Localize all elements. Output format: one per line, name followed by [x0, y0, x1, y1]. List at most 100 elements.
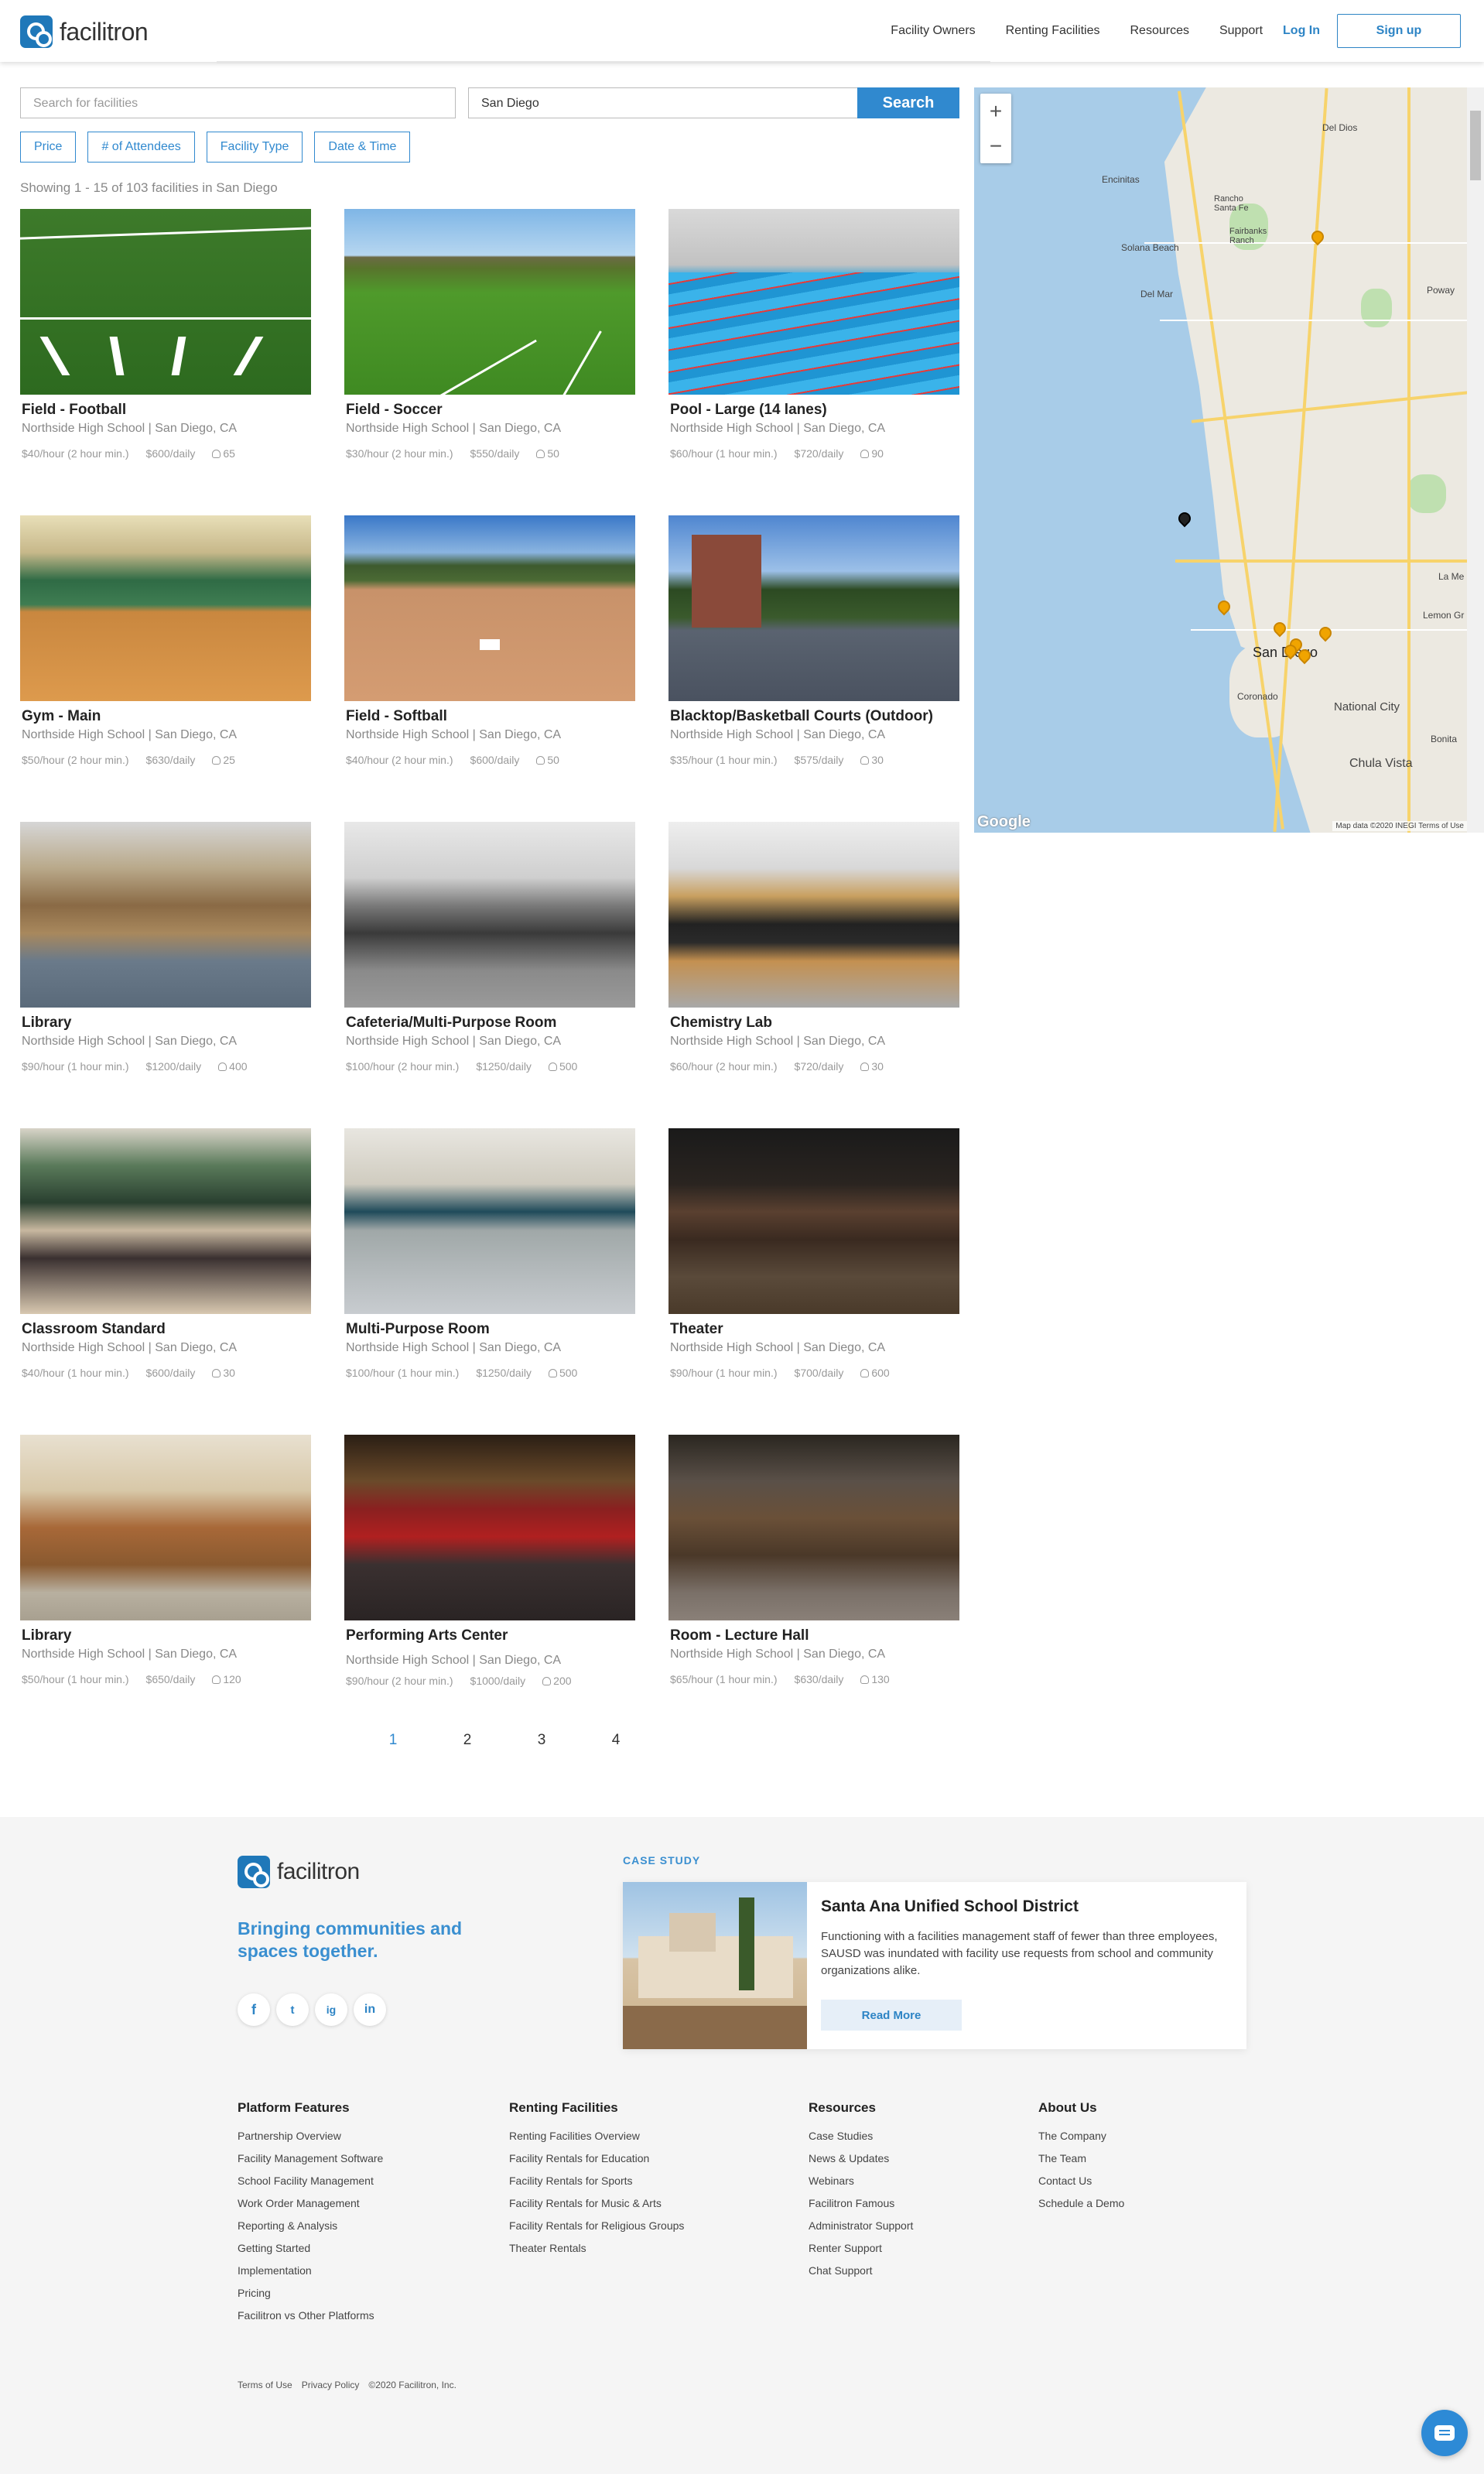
facility-title[interactable]: Field - Softball — [346, 708, 635, 725]
facility-card[interactable]: Library Northside High School | San Dieg… — [20, 822, 311, 1073]
facility-title[interactable]: Cafeteria/Multi-Purpose Room — [346, 1015, 635, 1032]
linkedin-icon[interactable]: in — [354, 1993, 386, 2026]
twitter-icon[interactable]: t — [276, 1993, 309, 2026]
filter-price[interactable]: Price — [20, 132, 77, 163]
footer-link[interactable]: Facility Rentals for Music & Arts — [509, 2192, 684, 2215]
facility-card[interactable]: Cafeteria/Multi-Purpose Room Northside H… — [344, 822, 635, 1073]
facility-title[interactable]: Blacktop/Basketball Courts (Outdoor) — [670, 708, 959, 725]
facility-title[interactable]: Library — [22, 1627, 311, 1644]
nav-renting-facilities[interactable]: Renting Facilities — [1006, 24, 1100, 38]
facility-image[interactable] — [344, 209, 635, 395]
facility-image[interactable] — [344, 1128, 635, 1314]
instagram-icon[interactable]: ig — [315, 1993, 347, 2026]
location-input[interactable]: San Diego — [468, 87, 859, 118]
footer-link[interactable]: Renting Facilities Overview — [509, 2125, 684, 2147]
facility-image[interactable] — [668, 515, 959, 701]
page-3[interactable]: 3 — [504, 1732, 579, 1749]
map-attribution[interactable]: Map data ©2020 INEGI Terms of Use — [1332, 821, 1467, 831]
footer-link[interactable]: Facility Management Software — [238, 2147, 383, 2170]
page-4[interactable]: 4 — [579, 1732, 653, 1749]
nav-support[interactable]: Support — [1219, 24, 1263, 38]
facility-image[interactable] — [20, 515, 311, 701]
filter-attendees[interactable]: # of Attendees — [87, 132, 195, 163]
footer-link[interactable]: Facility Rentals for Sports — [509, 2170, 684, 2192]
facility-image[interactable] — [344, 1435, 635, 1620]
facility-card[interactable]: Blacktop/Basketball Courts (Outdoor) Nor… — [668, 515, 959, 766]
footer-link[interactable]: Renter Support — [809, 2237, 913, 2260]
footer-link[interactable]: The Company — [1038, 2125, 1124, 2147]
footer-link[interactable]: Getting Started — [238, 2237, 383, 2260]
facility-image[interactable] — [668, 1435, 959, 1620]
footer-link[interactable]: Implementation — [238, 2260, 383, 2282]
footer-link[interactable]: Facility Rentals for Education — [509, 2147, 684, 2170]
facility-title[interactable]: Chemistry Lab — [670, 1015, 959, 1032]
facility-title[interactable]: Field - Football — [22, 402, 311, 419]
footer-link[interactable]: Facilitron Famous — [809, 2192, 913, 2215]
facility-title[interactable]: Field - Soccer — [346, 402, 635, 419]
footer-link[interactable]: Case Studies — [809, 2125, 913, 2147]
facility-title[interactable]: Room - Lecture Hall — [670, 1627, 959, 1644]
facebook-icon[interactable]: f — [238, 1993, 270, 2026]
facilitron-logo[interactable]: facilitron — [20, 15, 149, 48]
search-button[interactable]: Search — [857, 87, 959, 118]
signup-button[interactable]: Sign up — [1337, 14, 1461, 48]
facility-image[interactable] — [20, 209, 311, 395]
facility-title[interactable]: Gym - Main — [22, 708, 311, 725]
facility-image[interactable] — [20, 1435, 311, 1620]
privacy-link[interactable]: Privacy Policy — [302, 2380, 360, 2390]
facility-title[interactable]: Library — [22, 1015, 311, 1032]
facility-image[interactable] — [668, 209, 959, 395]
footer-link[interactable]: Reporting & Analysis — [238, 2215, 383, 2237]
facility-title[interactable]: Classroom Standard — [22, 1321, 311, 1338]
footer-link[interactable]: Partnership Overview — [238, 2125, 383, 2147]
map-scrollbar[interactable] — [1467, 87, 1484, 833]
facility-card[interactable]: Room - Lecture Hall Northside High Schoo… — [668, 1435, 959, 1685]
footer-link[interactable]: Schedule a Demo — [1038, 2192, 1124, 2215]
terms-link[interactable]: Terms of Use — [238, 2380, 292, 2390]
footer-link[interactable]: School Facility Management — [238, 2170, 383, 2192]
facility-title[interactable]: Theater — [670, 1321, 959, 1338]
facility-card[interactable]: Library Northside High School | San Dieg… — [20, 1435, 311, 1685]
footer-link[interactable]: The Team — [1038, 2147, 1124, 2170]
footer-link[interactable]: Chat Support — [809, 2260, 913, 2282]
facility-image[interactable] — [344, 822, 635, 1008]
facility-image[interactable] — [20, 1128, 311, 1314]
nav-resources[interactable]: Resources — [1130, 24, 1188, 38]
chat-button[interactable] — [1421, 2410, 1468, 2456]
zoom-out-button[interactable]: − — [980, 128, 1011, 163]
facility-card[interactable]: Multi-Purpose Room Northside High School… — [344, 1128, 635, 1379]
footer-link[interactable]: Facilitron vs Other Platforms — [238, 2305, 383, 2327]
facility-card[interactable]: Field - Soccer Northside High School | S… — [344, 209, 635, 460]
footer-link[interactable]: Webinars — [809, 2170, 913, 2192]
facility-title[interactable]: Performing Arts Center — [346, 1627, 635, 1644]
footer-link[interactable]: Pricing — [238, 2282, 383, 2305]
facilities-map[interactable]: Del Dios Encinitas Rancho Santa Fe Fairb… — [974, 87, 1484, 833]
facility-card[interactable]: Performing Arts Center Northside High Sc… — [344, 1435, 635, 1687]
footer-link[interactable]: News & Updates — [809, 2147, 913, 2170]
facility-card[interactable]: Field - Softball Northside High School |… — [344, 515, 635, 766]
facility-title[interactable]: Pool - Large (14 lanes) — [670, 402, 959, 419]
facility-image[interactable] — [344, 515, 635, 701]
read-more-button[interactable]: Read More — [821, 2000, 962, 2031]
scrollbar-thumb[interactable] — [1470, 111, 1481, 180]
facility-title[interactable]: Multi-Purpose Room — [346, 1321, 635, 1338]
page-2[interactable]: 2 — [430, 1732, 504, 1749]
footer-link[interactable]: Facility Rentals for Religious Groups — [509, 2215, 684, 2237]
footer-logo[interactable]: facilitron — [238, 1856, 360, 1888]
nav-facility-owners[interactable]: Facility Owners — [891, 24, 975, 38]
filter-date-time[interactable]: Date & Time — [314, 132, 411, 163]
facility-card[interactable]: Pool - Large (14 lanes) Northside High S… — [668, 209, 959, 460]
facility-card[interactable]: Classroom Standard Northside High School… — [20, 1128, 311, 1379]
footer-link[interactable]: Contact Us — [1038, 2170, 1124, 2192]
map-marker-selected-icon[interactable] — [1175, 509, 1194, 528]
zoom-in-button[interactable]: + — [980, 94, 1011, 128]
page-1[interactable]: 1 — [356, 1732, 430, 1749]
facility-card[interactable]: Theater Northside High School | San Dieg… — [668, 1128, 959, 1379]
footer-link[interactable]: Administrator Support — [809, 2215, 913, 2237]
facility-image[interactable] — [668, 822, 959, 1008]
facility-card[interactable]: Field - Football Northside High School |… — [20, 209, 311, 460]
facility-image[interactable] — [20, 822, 311, 1008]
footer-link[interactable]: Theater Rentals — [509, 2237, 684, 2260]
search-input[interactable]: Search for facilities — [20, 87, 456, 118]
facility-card[interactable]: Gym - Main Northside High School | San D… — [20, 515, 311, 766]
